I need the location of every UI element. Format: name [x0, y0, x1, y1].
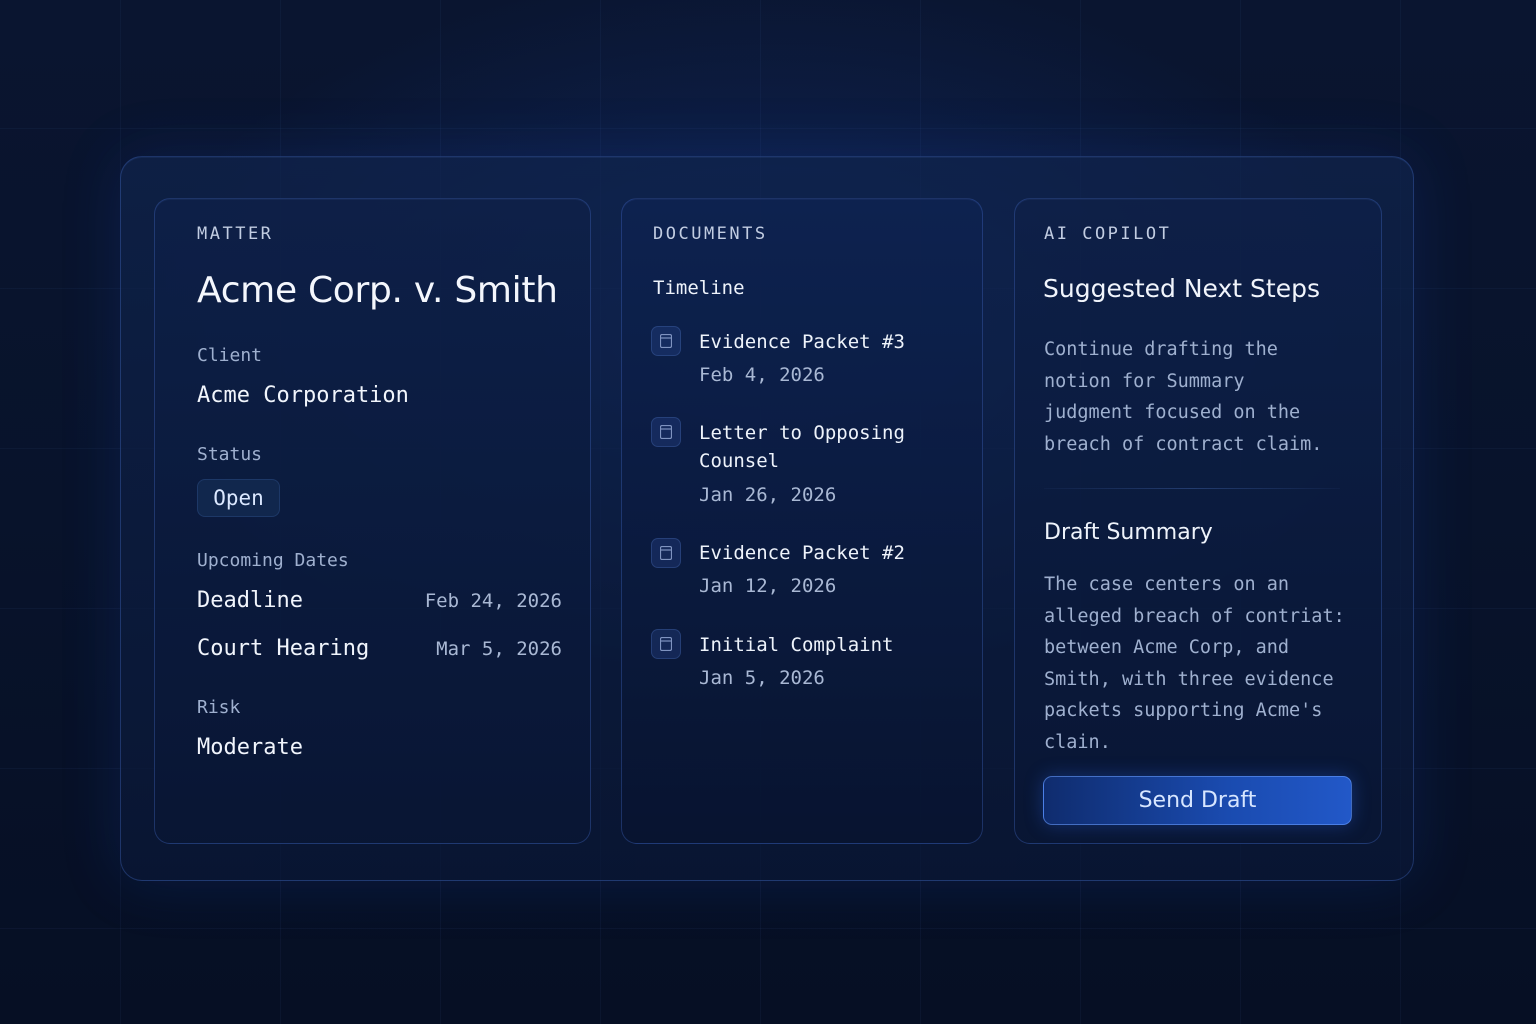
deadline-date: Feb 24, 2026: [424, 590, 562, 612]
risk-value: Moderate: [197, 735, 303, 760]
draft-summary-text: The case centers on an alleged breach of…: [1044, 574, 1345, 753]
timeline-heading: Timeline: [653, 277, 745, 299]
matter-title: Acme Corp. v. Smith: [197, 270, 558, 311]
document-date: Feb 4, 2026: [699, 364, 825, 386]
status-badge: Open: [197, 479, 280, 517]
court-hearing-label: Court Hearing: [197, 636, 370, 661]
document-icon: [651, 417, 681, 447]
document-date: Jan 5, 2026: [699, 667, 825, 689]
document-title-continued[interactable]: Counsel: [699, 447, 779, 475]
document-icon: [651, 326, 681, 356]
ai-copilot-eyebrow: AI COPILOT: [1044, 224, 1172, 244]
draft-summary-heading: Draft Summary: [1044, 520, 1213, 545]
send-draft-button[interactable]: Send Draft: [1043, 776, 1352, 825]
document-date: Jan 26, 2026: [699, 484, 837, 506]
document-title[interactable]: Evidence Packet #2: [699, 539, 905, 567]
upcoming-dates-label: Upcoming Dates: [197, 550, 349, 571]
status-label: Status: [197, 444, 263, 465]
documents-eyebrow: DOCUMENTS: [653, 224, 768, 244]
document-icon: [651, 538, 681, 568]
document-date: Jan 12, 2026: [699, 575, 837, 597]
suggested-next-steps-heading: Suggested Next Steps: [1043, 274, 1320, 303]
matter-eyebrow: MATTER: [197, 224, 274, 244]
client-label: Client: [197, 345, 263, 366]
document-icon: [651, 629, 681, 659]
deadline-label: Deadline: [197, 588, 303, 613]
document-title[interactable]: Letter to Opposing: [699, 419, 905, 447]
section-divider: [1044, 488, 1340, 489]
client-value: Acme Corporation: [197, 383, 409, 408]
risk-label: Risk: [197, 697, 241, 718]
court-hearing-date: Mar 5, 2026: [436, 638, 562, 660]
document-title[interactable]: Initial Complaint: [699, 631, 893, 659]
document-title[interactable]: Evidence Packet #3: [699, 328, 905, 356]
suggestion-text: Continue drafting the notion for Summary…: [1044, 339, 1323, 455]
